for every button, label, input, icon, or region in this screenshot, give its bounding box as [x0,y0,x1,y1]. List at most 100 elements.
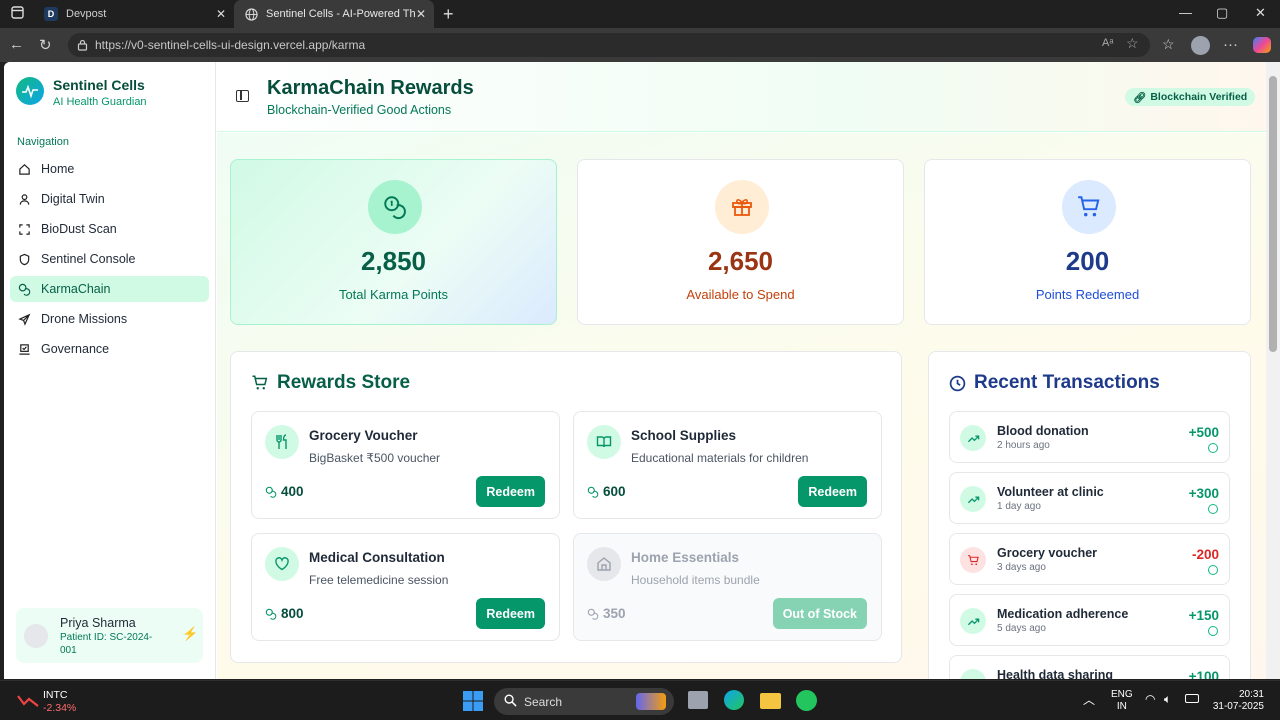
chevron-up-icon[interactable]: ︿ [1083,691,1095,708]
stat-card-available: 2,650 Available to Spend [577,159,904,325]
maximize-icon[interactable]: ▢ [1216,5,1228,21]
transaction-time: 1 day ago [997,501,1041,512]
browser-tab-devpost[interactable]: D Devpost ✕ [34,0,234,28]
reward-card-home-essentials: Home Essentials Household items bundle 3… [573,533,882,641]
coins-icon [587,486,599,498]
sidebar-item-biodust-scan[interactable]: BioDust Scan [10,216,209,242]
sidebar-item-label: Drone Missions [41,312,128,326]
task-view-icon[interactable] [688,691,708,709]
stat-label: Total Karma Points [338,287,449,302]
coins-icon [368,180,422,234]
search-label: Search [524,695,563,709]
clock-time: 20:31 [1238,689,1264,700]
transaction-row: Volunteer at clinic 1 day ago +300 [949,472,1230,524]
taskbar-search[interactable]: Search [494,688,674,715]
sidebar-item-karmachain[interactable]: KarmaChain [10,276,209,302]
battery-icon[interactable] [1185,694,1199,703]
reward-points: 400 [265,484,304,499]
sidebar-item-digital-twin[interactable]: Digital Twin [10,186,209,212]
nav-section-label: Navigation [17,136,69,148]
stat-label: Available to Spend [686,287,795,302]
panel-title-label: Recent Transactions [974,372,1160,393]
sidebar-item-label: KarmaChain [41,282,111,296]
stock-chart-icon[interactable] [17,693,39,712]
stock-change: -2.34% [43,702,77,714]
link-icon: 🔗︎ [1133,91,1147,104]
check-circle-icon [1208,626,1218,636]
reward-name: School Supplies [631,428,737,443]
redeem-button[interactable]: Redeem [476,598,545,629]
reward-card-school-supplies: School Supplies Educational materials fo… [573,411,882,519]
plane-icon [17,312,31,326]
user-profile-card[interactable]: Priya Sharma Patient ID: SC-2024-001 ⚡ [16,608,203,663]
coins-icon [17,282,31,296]
out-of-stock-button: Out of Stock [772,598,867,629]
url-field[interactable]: https://v0-sentinel-cells-ui-design.verc… [68,33,1150,57]
stat-label: Points Redeemed [1035,287,1140,302]
volume-icon[interactable]: 🔈︎ [1164,692,1171,707]
transaction-row: Blood donation 2 hours ago +500 [949,411,1230,463]
clock-date: 31-07-2025 [1212,701,1264,712]
favorites-icon[interactable]: ☆ [1162,36,1175,53]
transaction-time: 2 hours ago [997,440,1050,451]
tab-actions-icon[interactable] [11,6,24,22]
transaction-amount: +150 [1188,608,1219,623]
wifi-icon[interactable]: ◠ [1145,692,1155,706]
cart-icon [252,375,268,390]
language-indicator[interactable]: ENG IN [1111,689,1133,713]
reward-name: Home Essentials [631,550,740,565]
more-options-icon[interactable]: ··· [1223,36,1238,53]
cart-icon [960,547,986,573]
devpost-favicon-icon: D [44,7,58,21]
page-subtitle: Blockchain-Verified Good Actions [267,103,452,117]
close-window-icon[interactable]: ✕ [1255,5,1266,21]
house-icon [587,547,621,581]
sidebar-item-governance[interactable]: Governance [10,336,209,362]
transaction-amount: +300 [1188,486,1219,501]
coins-icon [265,486,277,498]
scrollbar-thumb[interactable] [1269,76,1277,352]
browser-tab-sentinel[interactable]: Sentinel Cells - AI-Powered Thalas ✕ [234,0,434,28]
transaction-name: Health data sharing [997,668,1113,679]
transaction-name: Medication adherence [997,607,1129,621]
points-value: 400 [281,484,304,499]
transaction-amount: +100 [1188,669,1219,679]
reward-points: 600 [587,484,626,499]
redeem-button[interactable]: Redeem [476,476,545,507]
clock-icon [949,375,966,391]
sidebar-item-label: Governance [41,342,110,356]
sidebar-item-drone-missions[interactable]: Drone Missions [10,306,209,332]
reward-card-grocery: Grocery Voucher BigBasket ₹500 voucher 4… [251,411,560,519]
profile-avatar[interactable] [1191,36,1210,55]
main-content: 2,850 Total Karma Points 2,650 Available… [217,133,1266,679]
reward-name: Grocery Voucher [309,428,418,443]
favorite-star-icon[interactable]: ☆ [1126,35,1139,52]
new-tab-icon[interactable]: + [443,4,454,25]
windows-start-icon[interactable] [463,691,483,716]
page-header: KarmaChain Rewards Blockchain-Verified G… [217,62,1266,132]
sidebar: Sentinel Cells AI Health Guardian Naviga… [4,62,216,679]
reward-card-medical-consultation: Medical Consultation Free telemedicine s… [251,533,560,641]
edge-browser-icon[interactable] [724,690,744,710]
url-text: https://v0-sentinel-cells-ui-design.verc… [95,38,366,52]
check-circle-icon [1208,443,1218,453]
read-aloud-icon[interactable]: Aᵃ [1102,37,1113,49]
lock-icon [77,38,88,56]
points-value: 350 [603,606,626,621]
copilot-icon[interactable] [1253,37,1271,53]
back-icon[interactable]: ← [9,36,24,53]
system-clock[interactable]: 20:31 31-07-2025 [1206,689,1264,713]
sidebar-toggle-icon[interactable] [236,90,249,102]
minimize-icon[interactable]: — [1179,5,1192,20]
sidebar-item-sentinel-console[interactable]: Sentinel Console [10,246,209,272]
close-tab-icon[interactable]: ✕ [216,7,226,21]
refresh-icon[interactable]: ↻ [39,36,52,54]
cart-icon [1062,180,1116,234]
whatsapp-icon[interactable] [796,690,817,711]
sidebar-item-home[interactable]: Home [10,156,209,182]
page-scrollbar[interactable] [1266,62,1280,679]
redeem-button[interactable]: Redeem [798,476,867,507]
file-explorer-icon[interactable] [760,693,781,709]
close-tab-icon[interactable]: ✕ [416,7,426,21]
region-code: IN [1116,701,1127,712]
